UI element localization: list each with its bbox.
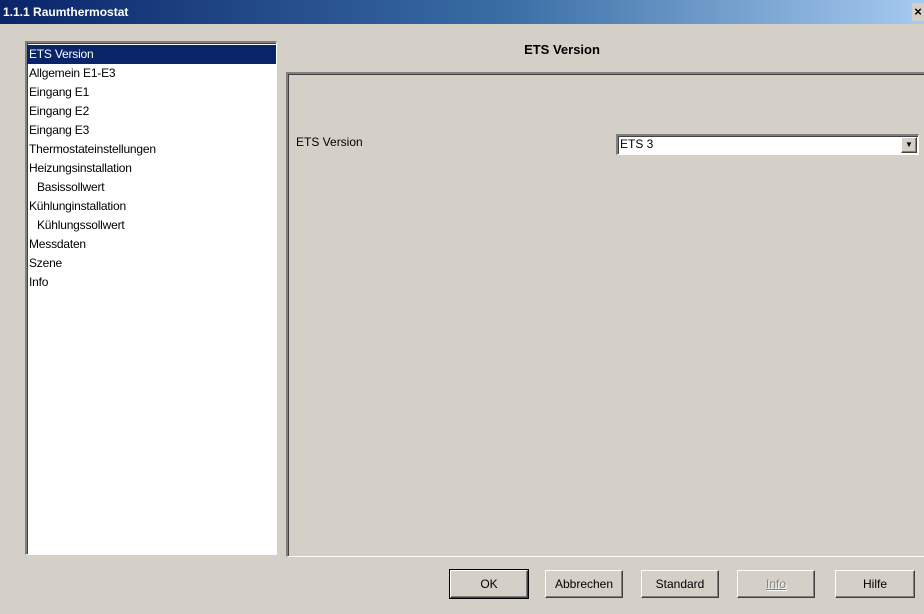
nav-item-kuehlunginstallation[interactable]: Kühlunginstallation (27, 197, 276, 216)
nav-item-kuehlungssollwert[interactable]: Kühlungssollwert (27, 216, 276, 235)
chevron-down-icon: ▼ (905, 140, 913, 149)
help-button[interactable]: Hilfe (835, 570, 915, 598)
close-icon: × (914, 4, 922, 19)
nav-item-heizungsinstallation[interactable]: Heizungsinstallation (27, 159, 276, 178)
close-button[interactable]: × (912, 3, 924, 21)
page-title: ETS Version (524, 42, 600, 57)
ets-version-label: ETS Version (296, 135, 363, 149)
nav-item-eingang-e2[interactable]: Eingang E2 (27, 102, 276, 121)
window-title: 1.1.1 Raumthermostat (3, 5, 129, 19)
nav-item-messdaten[interactable]: Messdaten (27, 235, 276, 254)
nav-item-basissollwert[interactable]: Basissollwert (27, 178, 276, 197)
ok-button[interactable]: OK (449, 569, 529, 599)
window-titlebar[interactable]: 1.1.1 Raumthermostat × (0, 0, 924, 24)
info-button[interactable]: Info (737, 570, 815, 598)
nav-item-info[interactable]: Info (27, 273, 276, 292)
nav-item-eingang-e3[interactable]: Eingang E3 (27, 121, 276, 140)
nav-item-allgemein[interactable]: Allgemein E1-E3 (27, 64, 276, 83)
nav-tree-list[interactable]: ETS Version Allgemein E1-E3 Eingang E1 E… (25, 41, 277, 555)
nav-item-thermostateinstellungen[interactable]: Thermostateinstellungen (27, 140, 276, 159)
nav-item-eingang-e1[interactable]: Eingang E1 (27, 83, 276, 102)
nav-item-ets-version[interactable]: ETS Version (27, 45, 276, 64)
standard-button[interactable]: Standard (641, 570, 719, 598)
nav-item-szene[interactable]: Szene (27, 254, 276, 273)
ets-version-value: ETS 3 (620, 137, 654, 151)
dropdown-button[interactable]: ▼ (901, 137, 917, 153)
cancel-button[interactable]: Abbrechen (545, 570, 623, 598)
ets-version-select[interactable]: ETS 3 ▼ (616, 134, 919, 155)
